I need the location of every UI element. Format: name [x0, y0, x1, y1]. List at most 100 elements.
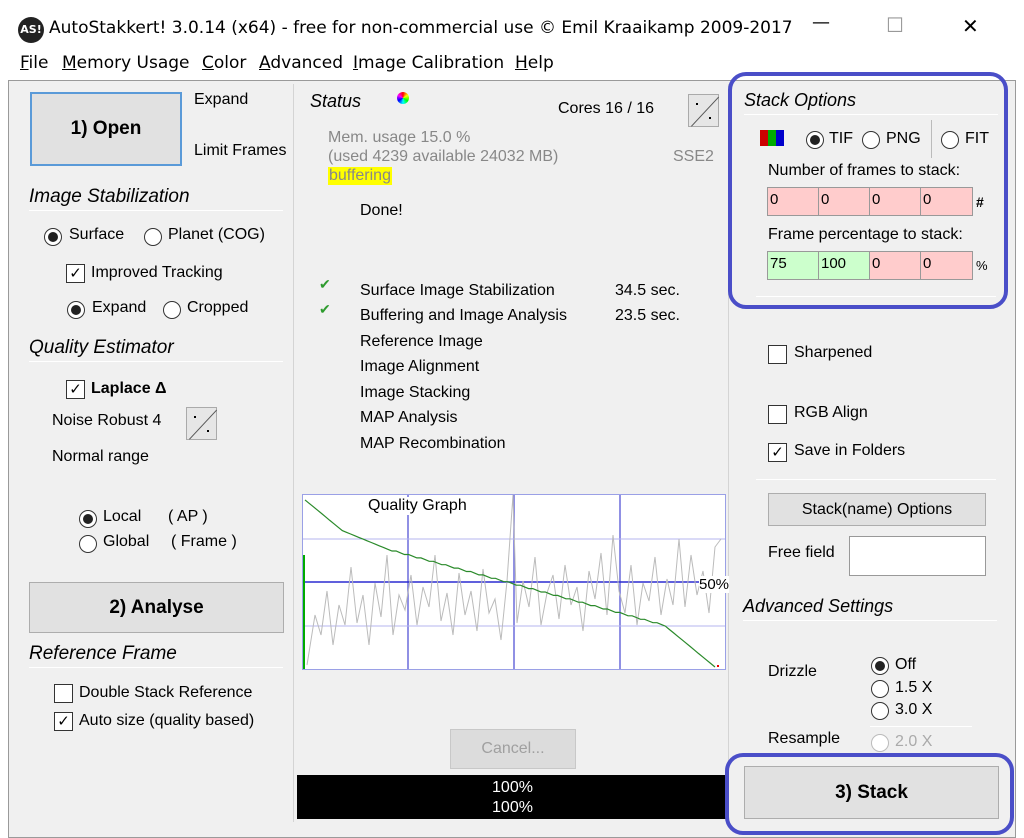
step-name: Reference Image — [360, 333, 483, 350]
planet-radio[interactable] — [144, 228, 162, 246]
sharpened-label: Sharpened — [794, 344, 873, 361]
maximize-button[interactable]: ☐ — [886, 13, 904, 37]
drizzle-15-radio[interactable] — [871, 680, 889, 698]
rgb-align-label: RGB Align — [794, 404, 868, 421]
status-title: Status — [310, 91, 362, 111]
drizzle-30-radio[interactable] — [871, 702, 889, 720]
local-label: Local — [103, 508, 142, 525]
title-bar: AS! AutoStakkert! 3.0.14 (x64) - free fo… — [0, 0, 1024, 50]
menu-color[interactable]: Color — [202, 53, 246, 73]
cropped-radio[interactable] — [163, 301, 181, 319]
mem-usage-label: Mem. usage 15.0 % — [328, 129, 471, 146]
auto-size-label: Auto size (quality based) — [79, 712, 255, 729]
minimize-button[interactable]: — — [812, 12, 830, 33]
planet-label: Planet (COG) — [168, 226, 265, 243]
step-name: Surface Image Stabilization — [360, 282, 555, 299]
step-name: MAP Recombination — [360, 435, 506, 452]
progress-line-2: 100% — [492, 799, 533, 816]
quality-graph-title: Quality Graph — [366, 497, 469, 515]
progress-bar: 100% 100% — [297, 775, 728, 819]
cancel-button[interactable]: Cancel... — [450, 729, 576, 769]
rgb-align-checkbox[interactable] — [768, 405, 787, 424]
buffering-label: buffering — [328, 167, 392, 185]
reference-frame-title: Reference Frame — [29, 643, 177, 664]
quality-estimator-title: Quality Estimator — [29, 337, 174, 358]
progress-line-1: 100% — [492, 779, 533, 796]
step-name: Image Alignment — [360, 358, 480, 375]
global-frame-label: ( Frame ) — [171, 533, 237, 550]
expand-label[interactable]: Expand — [194, 91, 248, 109]
cores-spinner[interactable] — [688, 94, 719, 127]
done-label: Done! — [360, 202, 403, 219]
color-wheel-icon — [397, 92, 409, 104]
menu-memory-usage[interactable]: Memory Usage — [62, 53, 190, 73]
quality-graph-percent: 50% — [699, 576, 730, 593]
window-title: AutoStakkert! 3.0.14 (x64) - free for no… — [49, 18, 793, 38]
laplace-label: Laplace Δ — [91, 380, 167, 397]
free-field-input[interactable] — [849, 536, 986, 576]
mem-detail-label: (used 4239 available 24032 MB) — [328, 148, 559, 165]
quality-graph-canvas — [303, 495, 725, 669]
sse-label: SSE2 — [673, 148, 714, 165]
stack-options-highlight — [728, 72, 1008, 309]
surface-radio[interactable] — [44, 228, 62, 246]
double-stack-label: Double Stack Reference — [79, 684, 253, 701]
menu-image-calibration[interactable]: Image Calibration — [353, 53, 504, 73]
step-time: 34.5 sec. — [615, 282, 680, 299]
app-logo-icon: AS! — [18, 17, 44, 43]
cores-label: Cores 16 / 16 — [558, 100, 655, 117]
resample-20-radio[interactable] — [871, 734, 889, 752]
global-radio[interactable] — [79, 535, 97, 553]
cropped-label: Cropped — [187, 299, 249, 316]
image-stabilization-title: Image Stabilization — [29, 186, 190, 207]
double-stack-checkbox[interactable] — [54, 684, 73, 703]
divider — [29, 361, 283, 362]
check-icon: ✔ — [319, 276, 331, 292]
limit-frames-label[interactable]: Limit Frames — [194, 142, 286, 160]
laplace-checkbox[interactable]: ✓ — [66, 380, 85, 399]
menu-advanced[interactable]: Advanced — [259, 53, 343, 73]
normal-range-label[interactable]: Normal range — [52, 448, 149, 466]
surface-label: Surface — [69, 226, 125, 243]
advanced-settings-title: Advanced Settings — [743, 596, 894, 616]
local-ap-label: ( AP ) — [168, 508, 208, 525]
resample-20-label: 2.0 X — [895, 733, 933, 750]
step-name: Image Stacking — [360, 384, 471, 401]
noise-robust-label: Noise Robust 4 — [52, 412, 162, 429]
drizzle-off-radio[interactable] — [871, 657, 889, 675]
quality-graph: Quality Graph 50% — [302, 494, 730, 670]
divider — [743, 620, 997, 621]
menu-file[interactable]: File — [20, 53, 48, 73]
drizzle-30-label: 3.0 X — [895, 701, 933, 718]
free-field-label: Free field — [768, 544, 835, 561]
divider — [29, 667, 283, 668]
divider — [756, 479, 996, 480]
auto-size-checkbox[interactable]: ✓ — [54, 712, 73, 731]
noise-robust-spinner[interactable] — [186, 407, 217, 440]
save-in-folders-checkbox[interactable]: ✓ — [768, 443, 787, 462]
quality-sorted-line — [304, 499, 716, 668]
divider — [870, 726, 972, 727]
menu-help[interactable]: Help — [515, 53, 554, 73]
open-button[interactable]: 1) Open — [30, 92, 182, 166]
improved-tracking-checkbox[interactable]: ✓ — [66, 264, 85, 283]
analyse-button[interactable]: 2) Analyse — [29, 582, 284, 633]
step-time: 23.5 sec. — [615, 307, 680, 324]
local-radio[interactable] — [79, 510, 97, 528]
stack-name-options-button[interactable]: Stack(name) Options — [768, 493, 986, 526]
close-button[interactable]: ✕ — [962, 14, 979, 38]
expand-radio[interactable] — [67, 301, 85, 319]
drizzle-15-label: 1.5 X — [895, 679, 933, 696]
global-label: Global — [103, 533, 150, 550]
divider — [29, 210, 283, 211]
improved-tracking-label: Improved Tracking — [91, 264, 223, 281]
sharpened-checkbox[interactable] — [768, 345, 787, 364]
drizzle-label: Drizzle — [768, 663, 817, 680]
save-in-folders-label: Save in Folders — [794, 442, 906, 459]
resample-label: Resample — [768, 730, 841, 747]
step-name: MAP Analysis — [360, 409, 458, 426]
drizzle-off-label: Off — [895, 656, 917, 673]
expand-radio-label: Expand — [92, 299, 147, 316]
check-icon: ✔ — [319, 301, 331, 317]
step-name: Buffering and Image Analysis — [360, 307, 567, 324]
